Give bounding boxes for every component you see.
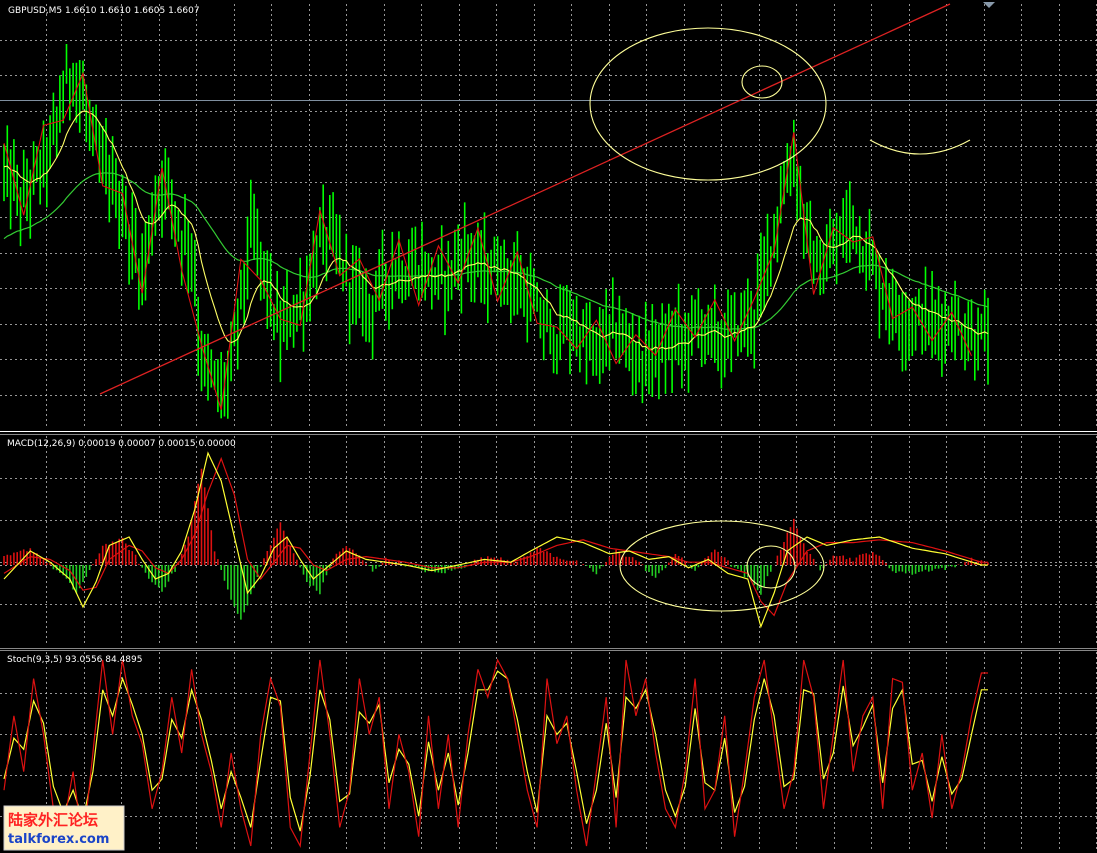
price-pane-label: GBPUSD,M5 1.6610 1.6610 1.6605 1.6607 <box>8 6 200 16</box>
watermark-line2: talkforex.com <box>8 832 109 847</box>
stoch-pane-label: Stoch(9,3,5) 93.0556 84.4895 <box>7 655 142 665</box>
macd-pane-label: MACD(12,26,9) 0.00019 0.00007 0.00015 0.… <box>7 439 236 449</box>
chart-background <box>0 0 1097 853</box>
trading-chart: GBPUSD,M5 1.6610 1.6610 1.6605 1.6607 MA… <box>0 0 1097 853</box>
watermark-logo: 陆家外汇论坛 talkforex.com <box>3 805 125 851</box>
watermark-line1: 陆家外汇论坛 <box>8 811 98 829</box>
